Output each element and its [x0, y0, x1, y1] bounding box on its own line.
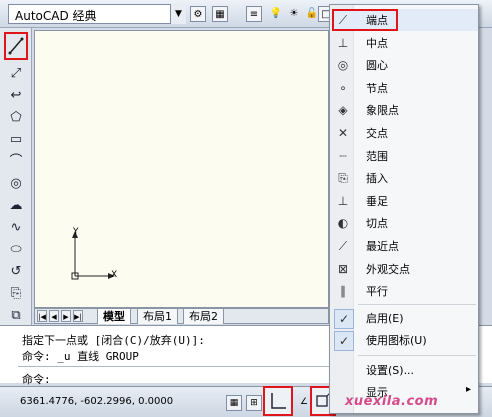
draw-toolbar: ⤢ ↩ ⬠ ▭ ⌒ ◎ ☁ ∿ ⬭ ↺ ⎘ ⧉: [0, 28, 32, 328]
command-history-line: 指定下一点或 [闭合(C)/放弃(U)]:: [22, 334, 205, 347]
parallel-icon: ∥: [340, 284, 346, 299]
first-tab-icon[interactable]: |◀: [37, 310, 47, 322]
divider: [18, 366, 338, 367]
insert-block-icon[interactable]: ⎘: [6, 284, 26, 304]
prev-tab-icon[interactable]: ◀: [49, 310, 59, 322]
checkmark-icon: ✓: [334, 331, 354, 351]
menu-item-snap[interactable]: ⊥ 垂足: [332, 190, 478, 212]
center-icon: ◎: [337, 58, 349, 73]
polygon-icon[interactable]: ⬠: [6, 108, 26, 128]
menu-separator: [358, 355, 476, 356]
menu-item-label: 使用图标(U): [366, 334, 427, 347]
menu-item-label: 交点: [366, 127, 388, 140]
menu-item-snap[interactable]: ⎘ 插入: [332, 167, 478, 189]
quadrant-icon: ◈: [338, 103, 348, 118]
menu-item-label: 圆心: [366, 59, 388, 73]
menu-item-settings[interactable]: 设置(S)...: [332, 359, 478, 381]
construction-line-icon[interactable]: ⤢: [6, 64, 26, 84]
polyline-icon[interactable]: ↩: [6, 86, 26, 106]
menu-item-label: 切点: [366, 217, 388, 231]
snap-mode-icon[interactable]: ▦: [226, 395, 242, 411]
nearest-icon: ⟋: [338, 239, 348, 253]
ellipse-arc-icon[interactable]: ↺: [6, 262, 26, 282]
intersection-icon: ✕: [337, 126, 349, 140]
menu-item-snap[interactable]: ⟋ 最近点: [332, 235, 478, 257]
drawing-canvas[interactable]: Y X: [34, 30, 329, 308]
osnap-context-menu: ⟋ 端点 ⊥ 中点 ◎ 圆心 ∘ 节点 ◈ 象限点 ✕ 交点 ┈ 范围 ⎘ 插入 ⊥ 垂足 ◐ 切点 ⟋ 最近点 ⊠ 外观交点…: [329, 4, 479, 414]
menu-item-snap[interactable]: ✕ 交点: [332, 122, 478, 144]
rectangle-icon[interactable]: ▭: [6, 130, 26, 150]
command-prompt[interactable]: 命令:: [22, 371, 51, 387]
midpoint-icon: ⊥: [337, 35, 349, 50]
submenu-arrow-icon: ▸: [466, 384, 472, 395]
menu-item-snap[interactable]: ⟋ 端点: [332, 9, 478, 31]
workspace-dropdown[interactable]: AutoCAD 经典: [8, 4, 186, 24]
endpoint-highlight: [332, 9, 398, 31]
menu-item-snap[interactable]: ∥ 平行: [332, 280, 478, 302]
circle-icon[interactable]: ◎: [6, 174, 26, 194]
node-icon: ∘: [339, 80, 347, 95]
menu-item-snap[interactable]: ┈ 范围: [332, 145, 478, 167]
menu-item-snap[interactable]: ⊥ 中点: [332, 32, 478, 54]
menu-item-label: 外观交点: [366, 262, 410, 276]
tab-model[interactable]: 模型: [97, 309, 131, 324]
menu-item-label: 平行: [366, 285, 388, 299]
ucs-x-label: X: [111, 270, 118, 280]
apparent-intersection-icon: ⊠: [337, 261, 349, 276]
next-tab-icon[interactable]: ▶: [61, 310, 71, 322]
sun-icon[interactable]: ☀: [286, 6, 302, 22]
ortho-icon: [271, 393, 286, 409]
watermark: xuexila.com: [345, 394, 439, 409]
menu-item-label: 插入: [366, 172, 388, 186]
menu-item-use-icons[interactable]: ✓ 使用图标(U): [332, 329, 478, 351]
line-tool-highlight[interactable]: [4, 32, 28, 60]
toolbar-icon[interactable]: ▦: [212, 6, 228, 22]
tab-layout2[interactable]: 布局2: [183, 309, 224, 324]
menu-item-label: 设置(S)...: [366, 364, 415, 377]
perpendicular-icon: ⊥: [337, 193, 349, 208]
menu-item-snap[interactable]: ◎ 圆心: [332, 54, 478, 76]
layout-tabs-bar: |◀ ◀ ▶ ▶| 模型 布局1 布局2: [34, 308, 329, 324]
menu-item-snap[interactable]: ∘ 节点: [332, 77, 478, 99]
menu-item-label: 范围: [366, 149, 388, 163]
revision-cloud-icon[interactable]: ☁: [6, 196, 26, 216]
make-block-icon[interactable]: ⧉: [6, 306, 26, 326]
lightbulb-icon[interactable]: 💡: [268, 6, 284, 22]
arc-icon[interactable]: ⌒: [6, 152, 26, 172]
checkmark-icon: ✓: [334, 309, 354, 329]
ortho-mode-button[interactable]: [263, 386, 293, 416]
extension-icon: ┈: [339, 148, 347, 163]
menu-item-enable[interactable]: ✓ 启用(E): [332, 307, 478, 329]
menu-item-label: 最近点: [366, 240, 399, 253]
menu-item-label: 节点: [366, 81, 388, 95]
coordinate-readout: 6361.4776, -602.2996, 0.0000: [20, 396, 174, 407]
ellipse-icon[interactable]: ⬭: [6, 240, 26, 260]
command-history-line: 命令: _u 直线 GROUP: [22, 350, 139, 363]
last-tab-icon[interactable]: ▶|: [73, 310, 83, 322]
menu-item-label: 垂足: [366, 194, 388, 208]
chevron-down-icon[interactable]: ▼: [170, 4, 186, 24]
menu-item-label: 启用(E): [366, 312, 404, 325]
menu-separator: [358, 304, 476, 305]
layer-properties-icon[interactable]: ≡: [246, 6, 262, 22]
ucs-y-label: Y: [73, 227, 79, 237]
line-icon: [8, 37, 24, 55]
menu-item-label: 中点: [366, 36, 388, 50]
menu-item-label: 象限点: [366, 104, 399, 118]
menu-item-snap[interactable]: ⊠ 外观交点: [332, 258, 478, 280]
menu-item-snap[interactable]: ◐ 切点: [332, 212, 478, 234]
spline-icon[interactable]: ∿: [6, 218, 26, 238]
tangent-icon: ◐: [337, 216, 349, 231]
menu-item-snap[interactable]: ◈ 象限点: [332, 99, 478, 121]
gear-icon[interactable]: ⚙: [190, 6, 206, 22]
insert-icon: ⎘: [338, 171, 348, 186]
grid-display-icon[interactable]: ⊞: [246, 395, 262, 411]
tab-layout1[interactable]: 布局1: [137, 309, 178, 324]
